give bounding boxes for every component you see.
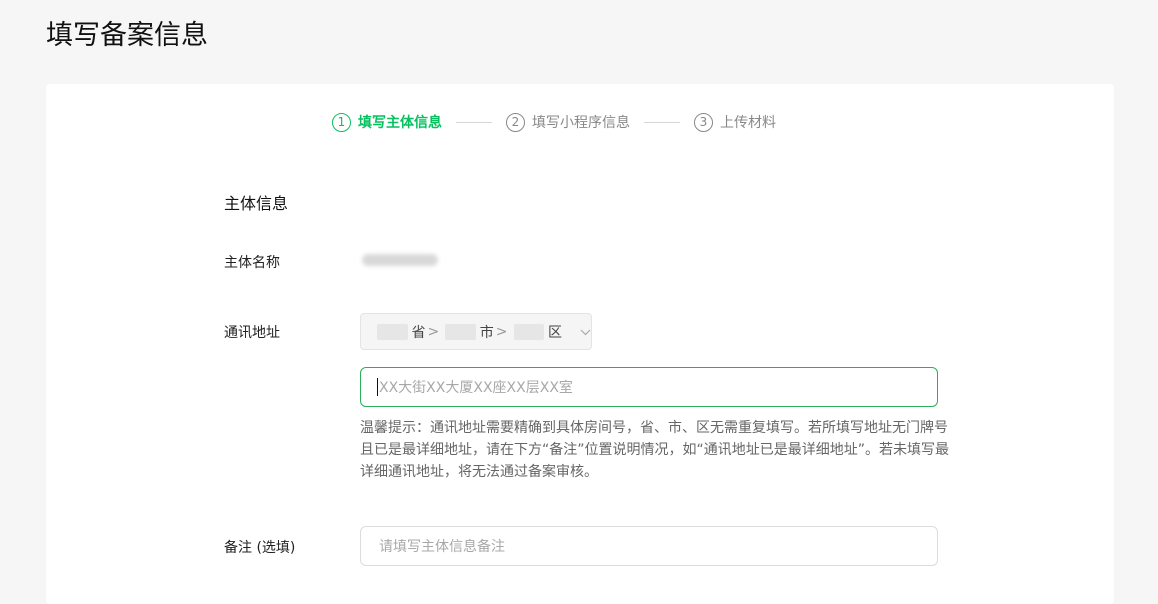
form-card: 1 填写主体信息 2 填写小程序信息 3 上传材料 主体信息 主体名称 通讯地址… xyxy=(46,84,1114,604)
step-3: 3 上传材料 xyxy=(694,112,776,132)
address-placeholder: XX大街XX大厦XX座XX层XX室 xyxy=(379,380,573,396)
step-2: 2 填写小程序信息 xyxy=(506,112,630,132)
text-caret xyxy=(377,378,378,396)
note-label: 备注 (选填) xyxy=(224,540,296,556)
step-label: 填写主体信息 xyxy=(358,115,442,131)
page-title: 填写备案信息 xyxy=(46,20,208,51)
step-number: 1 xyxy=(332,112,351,132)
district-blank xyxy=(513,323,545,340)
step-number: 3 xyxy=(694,112,713,132)
step-divider xyxy=(456,121,492,123)
address-detail-input[interactable]: XX大街XX大厦XX座XX层XX室 xyxy=(360,367,938,407)
chevron-down-icon xyxy=(580,325,591,339)
district-suffix: 区 xyxy=(548,324,563,341)
step-1: 1 填写主体信息 xyxy=(332,112,442,132)
region-select[interactable]: 省 > 市 > 区 xyxy=(360,313,592,350)
step-divider xyxy=(644,121,680,123)
step-number: 2 xyxy=(506,112,525,132)
city-suffix: 市 xyxy=(479,324,494,341)
subject-name-value-redacted xyxy=(362,254,438,266)
region-arrow: > xyxy=(427,323,440,340)
address-label: 通讯地址 xyxy=(224,325,280,341)
address-tip: 温馨提示：通讯地址需要精确到具体房间号，省、市、区无需重复填写。若所填写地址无门… xyxy=(360,420,950,480)
note-input[interactable]: 请填写主体信息备注 xyxy=(360,526,938,566)
step-label: 填写小程序信息 xyxy=(532,115,630,131)
region-arrow: > xyxy=(495,323,508,340)
step-label: 上传材料 xyxy=(720,115,776,131)
province-suffix: 省 xyxy=(411,324,426,341)
city-blank xyxy=(445,323,476,340)
section-title: 主体信息 xyxy=(224,194,289,213)
note-placeholder: 请填写主体信息备注 xyxy=(379,539,505,555)
subject-name-label: 主体名称 xyxy=(224,255,280,271)
province-blank xyxy=(377,323,408,340)
stepper: 1 填写主体信息 2 填写小程序信息 3 上传材料 xyxy=(332,110,776,134)
